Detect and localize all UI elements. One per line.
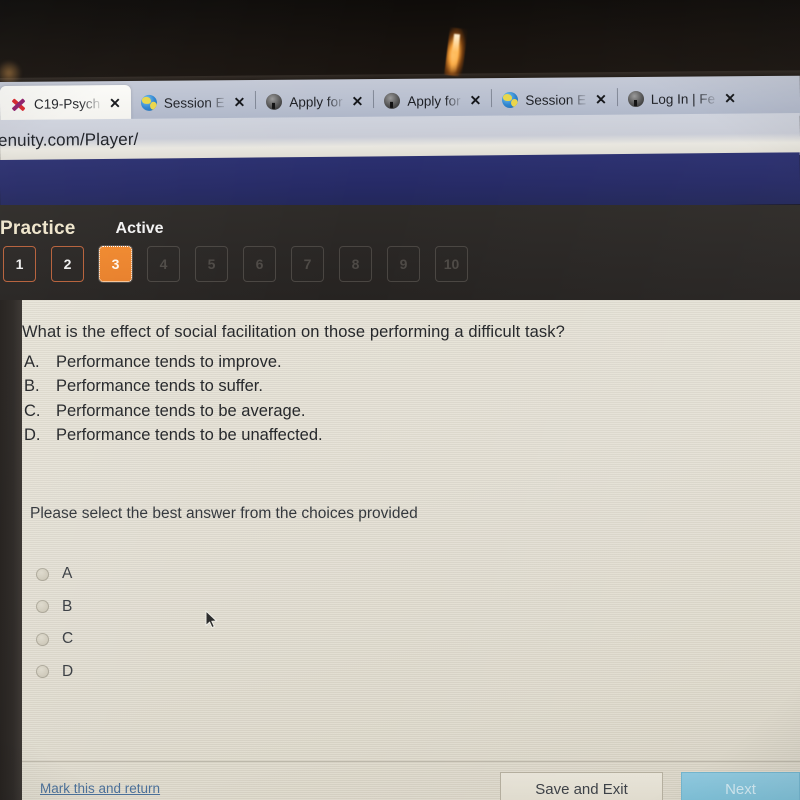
choice-text: Performance tends to improve. <box>56 353 282 371</box>
question-button-3[interactable]: 3 <box>98 245 133 283</box>
edgenuity-header-bar <box>0 152 800 212</box>
choice-letter: B. <box>24 377 40 396</box>
mark-this-and-return-link[interactable]: Mark this and return <box>40 781 160 796</box>
tab-close-icon[interactable]: ✕ <box>107 95 123 111</box>
tab-close-icon[interactable]: ✕ <box>593 91 609 107</box>
radio-option-b[interactable]: B <box>36 598 73 616</box>
question-navigator[interactable]: 1 2 3 4 5 6 7 8 9 10 <box>3 245 468 283</box>
tab-title: C19-Psych <box>33 95 101 112</box>
screen-photo: C19-Psych ✕ Session E ✕ Apply for ✕ Appl… <box>0 0 800 800</box>
question-panel-content: What is the effect of social facilitatio… <box>22 300 800 800</box>
radio-option-a[interactable]: A <box>36 565 73 583</box>
next-button[interactable]: Next <box>681 772 800 800</box>
choice-item-a: A. Performance tends to improve. <box>24 350 323 374</box>
choice-item-b: B. Performance tends to suffer. <box>24 374 323 398</box>
radio-option-c[interactable]: C <box>36 630 73 648</box>
footer-divider <box>22 761 800 762</box>
radio-label: D <box>62 662 74 680</box>
practice-label: Practice <box>0 218 76 239</box>
save-and-exit-button[interactable]: Save and Exit <box>500 772 663 800</box>
question-button-7[interactable]: 7 <box>291 246 324 282</box>
choice-letter: A. <box>24 353 40 371</box>
question-button-2[interactable]: 2 <box>51 246 84 282</box>
choice-item-c: C. Performance tends to be average. <box>24 399 323 423</box>
browser-tab-0[interactable]: C19-Psych ✕ <box>0 84 131 122</box>
question-button-4[interactable]: 4 <box>147 246 180 282</box>
globe-icon <box>502 91 519 109</box>
radio-label: B <box>62 597 73 615</box>
tab-close-icon[interactable]: ✕ <box>232 94 248 110</box>
question-button-8[interactable]: 8 <box>339 246 372 282</box>
browser-tab-2[interactable]: Apply for ✕ <box>256 83 373 120</box>
choice-letter: D. <box>24 425 41 444</box>
red-x-icon <box>10 95 27 112</box>
choice-item-d: D. Performance tends to be unaffected. <box>24 423 323 447</box>
browser-tab-1[interactable]: Session E ✕ <box>131 84 256 121</box>
choice-text: Performance tends to suffer. <box>56 377 263 396</box>
tree-icon <box>384 92 401 109</box>
tab-title: Log In | Fe <box>650 90 716 107</box>
choice-text: Performance tends to be unaffected. <box>56 425 323 444</box>
tree-icon <box>266 93 283 110</box>
question-button-1[interactable]: 1 <box>3 246 36 282</box>
radio-button-icon[interactable] <box>36 567 49 581</box>
tree-icon <box>627 90 644 108</box>
browser-tab-4[interactable]: Session E ✕ <box>492 81 617 118</box>
tab-title: Session E <box>163 94 225 111</box>
choice-text: Performance tends to be average. <box>56 401 306 420</box>
panel-left-bezel <box>0 300 22 800</box>
radio-button-icon[interactable] <box>36 665 49 678</box>
radio-label: A <box>62 565 73 582</box>
tab-title: Session E <box>525 91 587 108</box>
tab-close-icon[interactable]: ✕ <box>468 92 484 108</box>
browser-tab-3[interactable]: Apply for ✕ <box>374 82 491 119</box>
question-stem: What is the effect of social facilitatio… <box>22 323 565 341</box>
choice-list: A. Performance tends to improve. B. Perf… <box>24 350 323 447</box>
question-button-10[interactable]: 10 <box>435 246 468 282</box>
answer-prompt: Please select the best answer from the c… <box>30 505 418 522</box>
browser-tab-5[interactable]: Log In | Fe ✕ <box>618 80 746 117</box>
question-button-6[interactable]: 6 <box>243 246 276 282</box>
question-button-9[interactable]: 9 <box>387 246 420 282</box>
tab-title: Apply for <box>407 92 461 109</box>
radio-option-d[interactable]: D <box>36 663 73 681</box>
question-button-5[interactable]: 5 <box>195 246 228 282</box>
tab-title: Apply for <box>289 93 343 110</box>
choice-letter: C. <box>24 401 41 420</box>
practice-toolbar-titles: Practice Active <box>0 216 400 242</box>
status-badge: Active <box>115 220 164 237</box>
globe-icon <box>140 94 157 111</box>
radio-label: C <box>62 630 74 647</box>
url-text: enuity.com/Player/ <box>0 129 139 151</box>
radio-button-icon[interactable] <box>36 600 49 613</box>
tab-close-icon[interactable]: ✕ <box>722 90 738 106</box>
tab-close-icon[interactable]: ✕ <box>350 93 366 109</box>
radio-button-icon[interactable] <box>36 632 49 646</box>
answer-radio-group[interactable]: A B C D <box>36 565 73 681</box>
